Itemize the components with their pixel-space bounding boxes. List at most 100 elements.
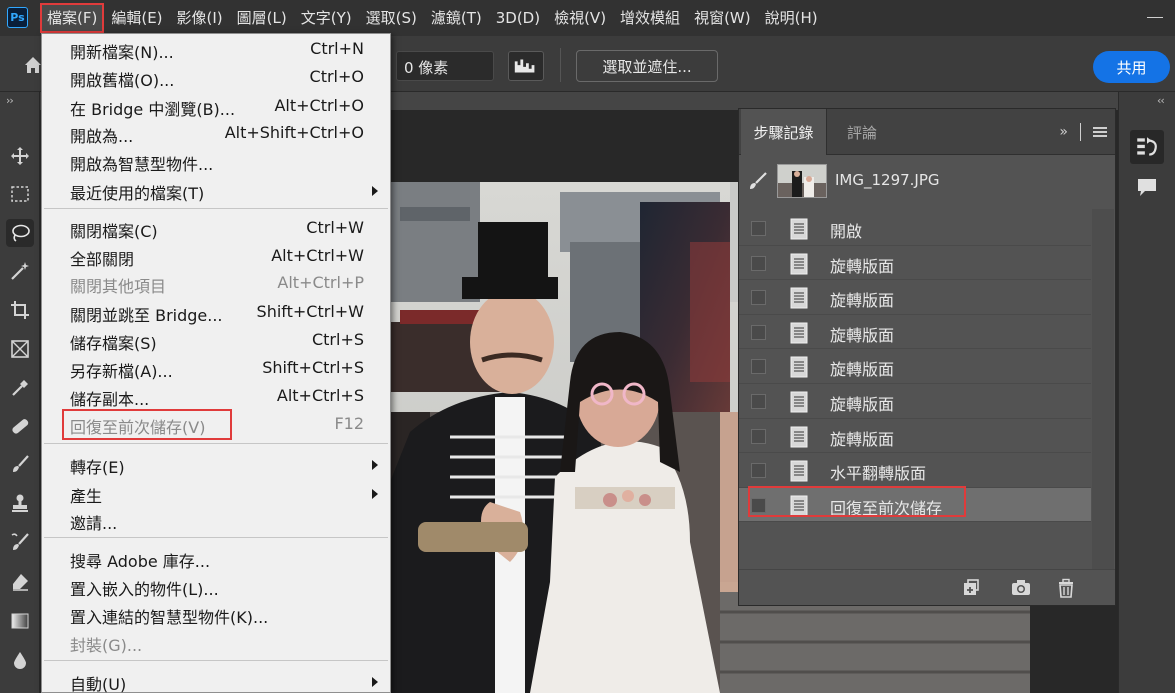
menu-invite[interactable]: 邀請... xyxy=(42,507,390,534)
menu-select[interactable]: 選取(S) xyxy=(359,3,424,33)
move-tool[interactable] xyxy=(6,142,34,170)
crop-icon xyxy=(11,301,29,319)
history-step[interactable]: 旋轉版面 xyxy=(739,384,1091,419)
history-step[interactable]: 旋轉版面 xyxy=(739,349,1091,384)
menu-automate[interactable]: 自動(U) xyxy=(42,668,390,693)
menu-generate[interactable]: 產生 xyxy=(42,480,390,507)
new-document-from-state-icon[interactable] xyxy=(959,577,981,599)
history-step[interactable]: 旋轉版面 xyxy=(739,246,1091,281)
menu-save[interactable]: 儲存檔案(S) Ctrl+S xyxy=(42,327,390,354)
menu-open-smart-object[interactable]: 開啟為智慧型物件... xyxy=(42,148,390,175)
menu-recent-files[interactable]: 最近使用的檔案(T) xyxy=(42,177,390,204)
magic-wand-tool[interactable] xyxy=(6,257,34,285)
menu-filter[interactable]: 濾鏡(T) xyxy=(424,3,489,33)
trash-icon[interactable] xyxy=(1055,577,1077,599)
tab-comments[interactable]: 評論 xyxy=(831,109,893,155)
menu-open-as[interactable]: 開啟為... Alt+Shift+Ctrl+O xyxy=(42,120,390,147)
menu-type[interactable]: 文字(Y) xyxy=(294,3,359,33)
expand-arrows-icon[interactable]: ‹‹ xyxy=(1157,94,1165,107)
eraser-icon xyxy=(13,574,28,591)
menu-separator xyxy=(44,537,388,538)
magic-wand-icon xyxy=(11,262,29,280)
step-source-checkbox[interactable] xyxy=(751,359,766,375)
menu-place-embedded[interactable]: 置入嵌入的物件(L)... xyxy=(42,573,390,600)
crop-tool[interactable] xyxy=(6,296,34,324)
history-brush-tool[interactable] xyxy=(6,528,34,556)
eyedropper-tool[interactable] xyxy=(6,374,34,402)
document-step-icon xyxy=(790,495,808,517)
step-source-checkbox[interactable] xyxy=(751,255,766,271)
snapshot-label: IMG_1297.JPG xyxy=(835,171,940,189)
collapse-arrows-icon[interactable]: ›› xyxy=(6,94,14,107)
tab-history[interactable]: 步驟記錄 xyxy=(741,109,827,155)
gradient-tool[interactable] xyxy=(6,607,34,635)
snapshot-row[interactable]: IMG_1297.JPG xyxy=(739,156,1115,206)
frame-tool[interactable] xyxy=(6,335,34,363)
file-menu-dropdown: 開新檔案(N)... Ctrl+N 開啟舊檔(O)... Ctrl+O 在 Brid… xyxy=(41,33,391,693)
menu-file[interactable]: 檔案(F) xyxy=(40,3,105,33)
menu-open[interactable]: 開啟舊檔(O)... Ctrl+O xyxy=(42,64,390,91)
marquee-tool[interactable] xyxy=(6,180,34,208)
brush-tool[interactable] xyxy=(6,450,34,478)
step-source-checkbox[interactable] xyxy=(751,497,766,513)
history-step[interactable]: 水平翻轉版面 xyxy=(739,453,1091,488)
menu-close-all[interactable]: 全部關閉 Alt+Ctrl+W xyxy=(42,243,390,270)
eraser-tool[interactable] xyxy=(6,568,34,596)
menu-close-go-bridge[interactable]: 關閉並跳至 Bridge... Shift+Ctrl+W xyxy=(42,299,390,326)
step-source-checkbox[interactable] xyxy=(751,290,766,306)
menu-bar: Ps 檔案(F) 編輯(E) 影像(I) 圖層(L) 文字(Y) 選取(S) 濾… xyxy=(0,0,1175,36)
panel-more-icon[interactable]: » xyxy=(1059,124,1068,140)
history-step[interactable]: 旋轉版面 xyxy=(739,419,1091,454)
step-source-checkbox[interactable] xyxy=(751,324,766,340)
blur-tool[interactable] xyxy=(6,646,34,674)
panel-menu-icon[interactable] xyxy=(1093,126,1107,138)
history-step[interactable]: 旋轉版面 xyxy=(739,315,1091,350)
minimize-button[interactable] xyxy=(1147,17,1163,18)
step-source-checkbox[interactable] xyxy=(751,393,766,409)
menu-place-linked[interactable]: 置入連結的智慧型物件(K)... xyxy=(42,601,390,628)
document-step-icon xyxy=(790,287,808,309)
menu-image[interactable]: 影像(I) xyxy=(170,3,230,33)
step-source-checkbox[interactable] xyxy=(751,428,766,444)
lasso-tool[interactable] xyxy=(6,219,34,247)
history-step[interactable]: 開啟 xyxy=(739,211,1091,246)
menu-browse-bridge[interactable]: 在 Bridge 中瀏覽(B)... Alt+Ctrl+O xyxy=(42,93,390,120)
document-step-icon xyxy=(790,460,808,482)
history-step-current[interactable]: 回復至前次儲存 xyxy=(739,487,1091,523)
menu-plugins[interactable]: 增效模組 xyxy=(613,3,687,33)
share-button[interactable]: 共用 xyxy=(1093,51,1170,83)
document-step-icon xyxy=(790,426,808,448)
move-icon xyxy=(11,147,29,165)
menu-separator xyxy=(44,208,388,209)
history-dock-button[interactable] xyxy=(1130,130,1164,164)
comments-dock-button[interactable] xyxy=(1130,170,1164,204)
menu-help[interactable]: 說明(H) xyxy=(758,3,825,33)
history-step[interactable]: 旋轉版面 xyxy=(739,280,1091,315)
anti-alias-button[interactable] xyxy=(508,51,544,81)
menu-save-copy[interactable]: 儲存副本... Alt+Ctrl+S xyxy=(42,383,390,410)
history-scrollbar[interactable] xyxy=(1092,209,1114,571)
camera-icon[interactable] xyxy=(1010,577,1032,599)
menu-3d[interactable]: 3D(D) xyxy=(489,3,547,33)
menu-search-adobe-stock[interactable]: 搜尋 Adobe 庫存... xyxy=(42,545,390,572)
gradient-icon xyxy=(11,613,29,629)
step-label: 旋轉版面 xyxy=(830,360,895,380)
history-source-brush-icon[interactable] xyxy=(747,170,769,192)
home-icon[interactable] xyxy=(24,56,42,74)
menu-layer[interactable]: 圖層(L) xyxy=(230,3,294,33)
tools-panel: ›› xyxy=(0,92,40,693)
menu-new[interactable]: 開新檔案(N)... Ctrl+N xyxy=(42,36,390,63)
select-and-mask-button[interactable]: 選取並遮住... xyxy=(576,50,718,82)
menu-view[interactable]: 檢視(V) xyxy=(547,3,613,33)
menu-edit[interactable]: 編輯(E) xyxy=(104,3,169,33)
menu-close[interactable]: 關閉檔案(C) Ctrl+W xyxy=(42,215,390,242)
menu-save-as[interactable]: 另存新檔(A)... Shift+Ctrl+S xyxy=(42,355,390,382)
step-source-checkbox[interactable] xyxy=(751,463,766,479)
step-label: 開啟 xyxy=(830,222,863,241)
menu-export[interactable]: 轉存(E) xyxy=(42,451,390,478)
menu-window[interactable]: 視窗(W) xyxy=(687,3,758,33)
healing-brush-tool[interactable] xyxy=(6,412,34,440)
feather-input[interactable]: 0 像素 xyxy=(396,51,494,81)
clone-stamp-tool[interactable] xyxy=(6,489,34,517)
step-source-checkbox[interactable] xyxy=(751,221,766,236)
